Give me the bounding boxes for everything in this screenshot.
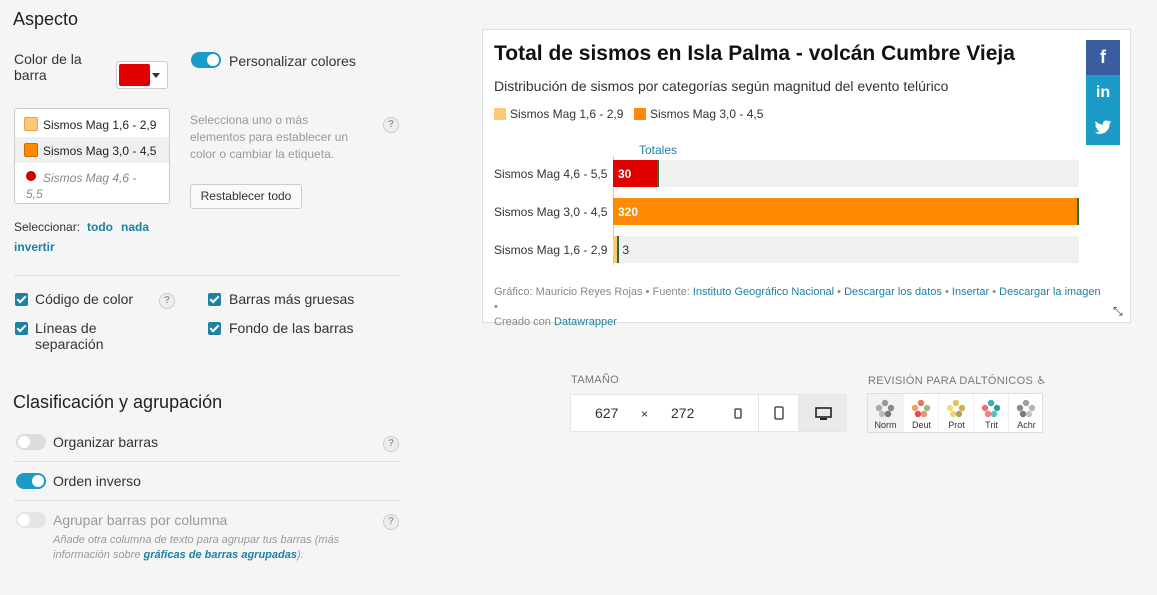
bar-label: Sismos Mag 3,0 - 4,5 — [494, 205, 608, 219]
item-color-box — [24, 117, 38, 131]
group-bars-label: Agrupar barras por columna — [53, 512, 228, 528]
reverse-order-label: Orden inverso — [53, 473, 141, 489]
section-heading-sorting: Clasificación y agrupación — [13, 392, 223, 412]
colorblind-mode-achr[interactable]: Achr — [1008, 394, 1043, 432]
bar-background: 30 — [613, 160, 1079, 187]
group-hint: Añade otra columna de texto para agrupar… — [53, 534, 340, 561]
select-none-link[interactable]: nada — [121, 220, 149, 234]
list-item[interactable]: Sismos Mag 3,0 - 4,5 — [15, 137, 169, 163]
download-image-link[interactable]: Descargar la imagen — [999, 286, 1101, 298]
customize-colors-toggle[interactable] — [191, 52, 221, 68]
bar-color-picker[interactable] — [116, 61, 168, 89]
bar-end-line — [656, 160, 659, 187]
help-icon[interactable]: ? — [159, 293, 175, 309]
separators-checkbox[interactable] — [15, 322, 28, 335]
bar-value-label: 3 — [622, 243, 630, 257]
twitter-icon[interactable] — [1086, 110, 1120, 145]
phone-small-icon[interactable] — [718, 395, 758, 431]
separators-label: Líneas de separación — [35, 320, 104, 352]
list-item[interactable]: Sismos Mag 4,6 - 5,5 — [15, 165, 169, 201]
thicker-bars-label: Barras más gruesas — [229, 291, 355, 307]
legend-swatch — [634, 108, 646, 120]
color-item-list: Sismos Mag 1,6 - 2,9 Sismos Mag 3,0 - 4,… — [14, 108, 170, 204]
select-invert-link[interactable]: invertir — [14, 240, 55, 254]
sort-bars-label: Organizar barras — [53, 434, 159, 450]
source-link[interactable]: Instituto Geográfico Nacional — [693, 286, 834, 298]
colorblind-mode-norm[interactable]: Norm — [868, 394, 903, 432]
select-label: Seleccionar: — [14, 220, 81, 234]
palette-dots-icon — [1016, 399, 1036, 418]
height-input[interactable]: 272 — [671, 405, 694, 421]
width-input[interactable]: 627 — [595, 405, 618, 421]
colorblind-mode-label: Trit — [985, 420, 998, 430]
item-color-box — [24, 143, 38, 157]
palette-dots-icon — [981, 399, 1001, 418]
thicker-bars-checkbox[interactable] — [208, 293, 221, 306]
embed-link[interactable]: Insertar — [952, 286, 989, 298]
divider — [14, 500, 400, 501]
color-code-label: Código de color — [35, 291, 134, 307]
colorblind-mode-prot[interactable]: Prot — [938, 394, 973, 432]
bar-value-label: 30 — [618, 167, 632, 181]
select-all-link[interactable]: todo — [87, 220, 113, 234]
sort-bars-toggle[interactable] — [16, 434, 46, 450]
help-icon[interactable]: ? — [383, 436, 399, 452]
colorblind-mode-label: Norm — [874, 420, 897, 430]
colorblind-mode-label: Deut — [911, 420, 931, 430]
times-sign: × — [641, 407, 649, 421]
section-heading-aspecto: Aspecto — [13, 9, 79, 29]
colorblind-mode-deut[interactable]: Deut — [903, 394, 938, 432]
bar-color-label: Color de la barra — [14, 51, 82, 83]
legend-swatch — [494, 108, 506, 120]
bar — [613, 198, 1077, 225]
list-item[interactable]: Sismos Mag 1,6 - 2,9 — [15, 111, 169, 137]
resize-handle-icon[interactable]: ⤡ — [1113, 304, 1123, 319]
download-data-link[interactable]: Descargar los datos — [844, 286, 942, 298]
colorblind-mode-label: Achr — [1017, 420, 1036, 430]
reverse-order-toggle[interactable] — [16, 473, 46, 489]
chevron-down-icon — [152, 73, 160, 78]
chart-preview: Total de sismos en Isla Palma - volcán C… — [482, 29, 1131, 328]
chart-subtitle: Distribución de sismos por categorías se… — [494, 78, 949, 94]
bar-label: Sismos Mag 1,6 - 2,9 — [494, 243, 608, 257]
datawrapper-link[interactable]: Datawrapper — [554, 316, 617, 328]
linkedin-icon[interactable]: in — [1086, 75, 1120, 110]
divider — [14, 275, 400, 276]
chart-title: Total de sismos en Isla Palma - volcán C… — [494, 42, 1015, 65]
size-controls: 627 × 272 — [570, 394, 847, 432]
size-label: TAMAÑO — [571, 374, 620, 386]
bar-end-line — [1077, 198, 1079, 225]
facebook-icon[interactable]: f — [1086, 40, 1120, 75]
color-swatch — [119, 64, 150, 86]
palette-dots-icon — [911, 399, 931, 418]
chart-footer: Gráfico: Mauricio Reyes Rojas • Fuente: … — [494, 286, 1101, 328]
help-icon[interactable]: ? — [383, 117, 399, 133]
help-icon[interactable]: ? — [383, 514, 399, 530]
select-row: Seleccionar: — [14, 220, 80, 234]
palette-dots-icon — [946, 399, 966, 418]
colorblind-mode-trit[interactable]: Trit — [973, 394, 1008, 432]
bar-background-label: Fondo de las barras — [229, 320, 354, 336]
group-bars-toggle[interactable] — [16, 512, 46, 528]
colorblind-palette: Norm Deut Prot Trit Achr — [867, 393, 1043, 433]
customize-colors-label: Personalizar colores — [229, 53, 356, 69]
bar-end-line — [617, 236, 620, 263]
accessibility-icon: ♿︎ — [1036, 375, 1047, 387]
bar-value-label: 320 — [618, 205, 639, 219]
reset-all-button[interactable]: Restablecer todo — [190, 184, 302, 209]
grouped-bars-link[interactable]: gráficas de barras agrupadas — [144, 549, 297, 561]
divider — [14, 461, 400, 462]
bar-background-checkbox[interactable] — [208, 322, 221, 335]
selection-hint: Selecciona uno o más elementos para esta… — [190, 113, 349, 161]
colorblind-mode-label: Prot — [948, 420, 965, 430]
palette-dots-icon — [875, 399, 895, 418]
bar-background: 320 — [613, 198, 1079, 225]
desktop-icon[interactable] — [798, 395, 847, 431]
color-code-checkbox[interactable] — [15, 293, 28, 306]
bar-background: 3 — [613, 236, 1079, 263]
colorblind-label: REVISIÓN PARA DALTÓNICOS ♿︎ — [868, 375, 1047, 387]
phone-icon[interactable] — [758, 395, 798, 431]
column-header: Totales — [639, 143, 678, 157]
bar-label: Sismos Mag 4,6 - 5,5 — [494, 167, 608, 181]
